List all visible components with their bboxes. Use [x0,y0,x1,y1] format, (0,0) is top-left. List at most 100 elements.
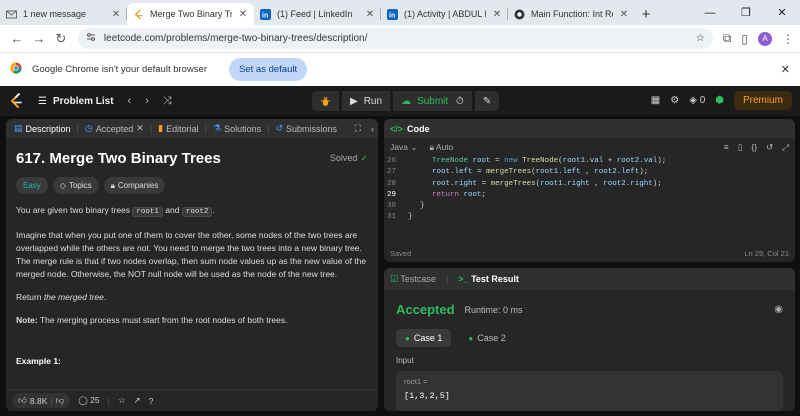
tab-accepted[interactable]: ◷ Accepted ✕ [81,123,148,134]
back-arrow-icon[interactable]: ← [6,31,28,46]
premium-button[interactable]: Premium [733,91,792,110]
tab-close-icon[interactable]: ✕ [238,9,248,20]
share-icon[interactable]: ↗ [133,395,140,406]
tab-close-icon[interactable]: ✕ [136,123,144,134]
tab-solutions[interactable]: ⚗ Solutions [209,123,265,134]
shuffle-icon[interactable]: ⤨ [163,95,172,108]
run-button[interactable]: ▶ Run [342,91,391,111]
debug-icon[interactable] [312,91,339,111]
maximize-icon[interactable]: ❐ [728,6,764,19]
code-editor[interactable]: 26 TreeNode root = new TreeNode(root1.val… [384,156,795,224]
collapse-chevron-icon[interactable]: ‹ [371,124,374,134]
browser-tab-main-function[interactable]: Main Function: Int Return ✕ [508,3,635,25]
side-panel-icon[interactable]: ▯ [741,32,748,46]
help-icon[interactable]: ? [149,396,154,406]
language-select[interactable]: Java ⌄ [390,142,417,153]
layout-grid-icon[interactable]: ▦ [651,95,660,106]
avatar-badge-icon[interactable]: ⬢ [715,95,724,106]
topics-tag[interactable]: ◇ Topics [52,177,99,194]
notes-icon[interactable]: ✎ [474,91,500,111]
fullscreen-icon[interactable]: ⤢ [782,142,789,153]
play-icon: ▶ [350,95,358,107]
companies-tag[interactable]: 🔒︎ Companies [103,177,166,194]
thumbs-up-icon: 👍︎ [18,395,27,405]
and-text: and [162,205,182,215]
paragraph-rule: Imagine that when you put one of them to… [16,230,367,279]
default-browser-infobar: Google Chrome isn't your default browser… [0,52,800,86]
case-2-tab[interactable]: ● Case 2 [459,329,514,347]
next-problem-icon[interactable]: › [145,95,149,107]
eye-icon[interactable]: ◉ [774,304,783,315]
braces-icon[interactable]: {} [751,142,757,153]
tab-close-icon[interactable]: ✕ [111,9,121,20]
result-status-row: Accepted Runtime: 0 ms ◉ [396,302,783,317]
tab-testcase[interactable]: ☑ Testcase [390,274,436,285]
test-panel: ☑ Testcase | >_ Test Result Accepted Run… [384,268,795,411]
reset-icon[interactable]: ↺ [766,142,773,153]
difficulty-badge[interactable]: Easy [16,177,48,194]
like-button[interactable]: 👍︎ 8.8K | 👎︎ [12,393,71,408]
code-line: 27 root.left = mergeTrees(root1.left , ro… [384,167,795,178]
submit-button[interactable]: ☁ Submit [393,91,457,111]
tab-editorial[interactable]: ▮ Editorial [154,123,202,134]
expand-icon[interactable]: ⛶ [355,123,361,134]
streak-counter[interactable]: ◈ 0 [689,95,705,106]
tab-close-icon[interactable]: ✕ [492,9,502,20]
return-emphasis: the merged tree [43,292,104,302]
url-bar[interactable]: leetcode.com/problems/merge-two-binary-t… [77,28,713,49]
chevron-down-icon: ⌄ [410,141,418,152]
favorite-star-icon[interactable]: ☆ [118,395,126,406]
tab-close-icon[interactable]: ✕ [619,9,629,20]
tab-title: 1 new message [23,9,87,19]
prev-problem-icon[interactable]: ‹ [128,95,132,107]
return-text: Return [16,292,44,302]
code-line: 26 TreeNode root = new TreeNode(root1.val… [384,156,795,167]
set-as-default-button[interactable]: Set as default [229,58,308,81]
code-brackets-icon: </> [390,123,404,134]
timer-icon[interactable]: ⏱ [448,91,472,111]
case-1-label: Case 1 [413,333,443,343]
tag-icon: ◇ [59,181,66,190]
menu-kebab-icon[interactable]: ⋮ [782,32,794,46]
settings-gear-icon[interactable]: ⚙ [670,95,679,106]
window-controls: — ❐ ✕ [692,0,800,25]
case-1-tab[interactable]: ● Case 1 [396,329,452,347]
profile-avatar[interactable]: A [758,31,773,46]
tab-divider: | [149,123,153,134]
tab-description[interactable]: ▤ Description [10,123,75,134]
timer-notes-group: ⏱ ✎ [448,91,500,111]
case-2-label: Case 2 [477,333,506,343]
browser-tab-gmail[interactable]: 1 new message ✕ [0,3,127,25]
flask-icon: ⚗ [212,123,222,133]
leetcode-logo-icon[interactable] [8,93,24,109]
forward-arrow-icon[interactable]: → [28,31,50,46]
tab-test-result[interactable]: >_ Test Result [458,274,519,284]
tab-submissions[interactable]: ↺ Submissions [271,123,341,134]
problem-list-button[interactable]: ☰ Problem List [38,96,114,107]
toolbar-divider: | [107,395,110,406]
leetcode-icon [133,9,144,20]
close-window-icon[interactable]: ✕ [764,6,800,19]
browser-tab-linkedin-activity[interactable]: in (1) Activity | ABDUL MUG ✕ [381,3,508,25]
solved-label: Solved [329,153,358,163]
bookmark-star-icon[interactable]: ☆ [696,33,705,44]
new-tab-button[interactable]: + [635,3,657,25]
browser-tab-linkedin-feed[interactable]: in (1) Feed | LinkedIn ✕ [254,3,381,25]
auto-toggle[interactable]: 🔒︎ Auto [429,142,453,153]
intro-text: You are given two binary trees [16,205,133,215]
pill-divider: | [50,395,53,406]
thumbs-down-icon[interactable]: 👎︎ [56,395,65,406]
site-info-icon[interactable] [86,32,96,45]
browser-tab-leetcode[interactable]: Merge Two Binary Trees ✕ [127,3,254,25]
svg-text:in: in [262,12,268,19]
minimize-icon[interactable]: — [692,7,728,19]
comment-button[interactable]: ◯ 25 [78,395,99,406]
reload-icon[interactable]: ↻ [50,31,72,47]
format-icon[interactable]: ≡ [724,142,729,153]
extensions-icon[interactable]: ⧉ [723,31,732,46]
bookmark-icon[interactable]: ▯ [738,142,743,153]
example-heading: Example 1: [16,356,61,366]
infobar-close-icon[interactable]: ✕ [781,63,790,76]
test-result-label: Test Result [471,274,519,284]
tab-close-icon[interactable]: ✕ [365,9,375,20]
